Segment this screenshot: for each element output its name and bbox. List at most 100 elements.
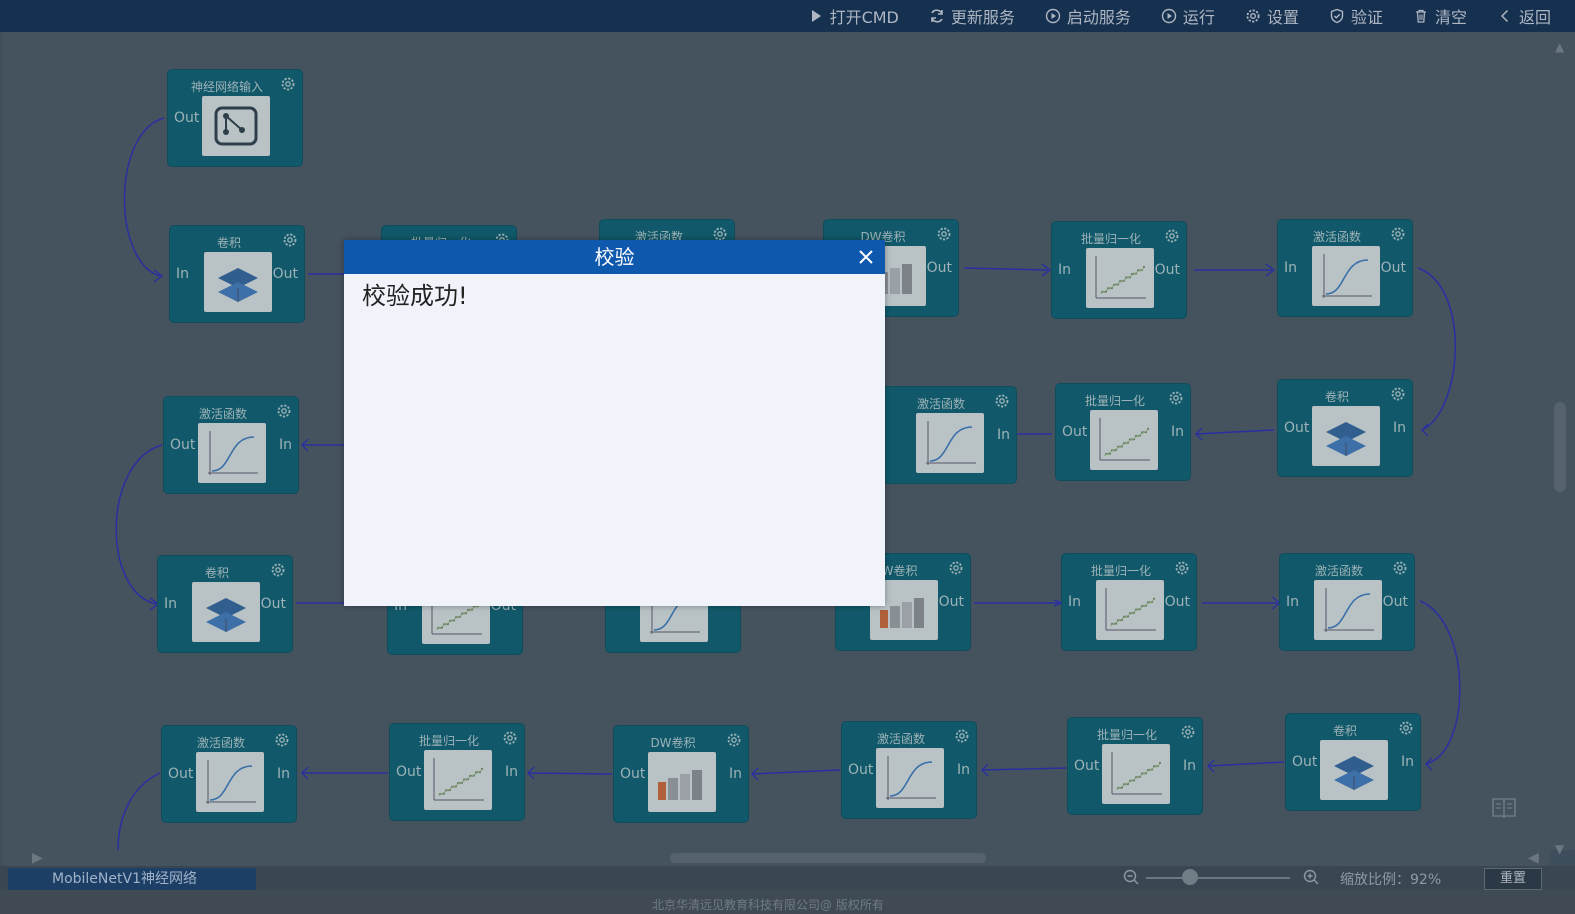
node-port[interactable]: In (997, 427, 1010, 443)
gear-icon[interactable] (1168, 390, 1184, 406)
graph-node[interactable]: 神经网络输入 Out (168, 70, 302, 166)
graph-node[interactable]: 激活函数 Out In (164, 397, 298, 493)
gear-icon[interactable] (1390, 386, 1406, 402)
vertical-scroll-thumb[interactable] (1554, 402, 1566, 492)
node-port[interactable]: Out (1381, 260, 1406, 276)
gear-icon[interactable] (948, 560, 964, 576)
node-port[interactable]: Out (1074, 758, 1099, 774)
node-port[interactable]: In (279, 437, 292, 453)
node-port[interactable]: In (1393, 420, 1406, 436)
book-icon[interactable] (1490, 794, 1518, 822)
node-port[interactable]: Out (170, 437, 195, 453)
open-cmd-button[interactable]: 打开CMD (808, 4, 899, 28)
node-port[interactable]: Out (168, 766, 193, 782)
scroll-right-icon[interactable]: ◀ (1528, 850, 1539, 866)
update-service-label: 更新服务 (950, 8, 1015, 27)
horizontal-scrollbar[interactable]: ▶ ◀ (2, 850, 1550, 866)
gear-icon[interactable] (280, 76, 296, 92)
graph-node[interactable]: 批量归一化 Out In (390, 724, 524, 820)
network-name-tab[interactable]: MobileNetV1神经网络 (8, 868, 256, 890)
graph-node[interactable]: 激活函数 Out In (162, 726, 296, 822)
horizontal-scroll-thumb[interactable] (670, 853, 986, 863)
node-port[interactable]: In (1068, 594, 1081, 610)
scroll-up-icon[interactable]: ▲ (1555, 40, 1564, 54)
node-port[interactable]: In (176, 266, 189, 282)
node-port[interactable]: Out (848, 762, 873, 778)
gear-icon[interactable] (502, 730, 518, 746)
gear-icon[interactable] (1398, 720, 1414, 736)
scroll-down-icon[interactable]: ▼ (1555, 842, 1564, 856)
graph-node[interactable]: 激活函数 In Out (1280, 554, 1414, 650)
verify-button[interactable]: 验证 (1329, 4, 1383, 28)
graph-node[interactable]: 批量归一化 Out In (1056, 384, 1190, 480)
graph-node[interactable]: DW卷积 Out In (614, 726, 748, 822)
vertical-scrollbar[interactable]: ▲ ▼ (1550, 32, 1575, 856)
node-port[interactable]: In (957, 762, 970, 778)
gear-icon[interactable] (954, 728, 970, 744)
node-port[interactable]: In (1401, 754, 1414, 770)
zoom-slider[interactable] (1146, 877, 1290, 879)
node-port[interactable]: Out (396, 764, 421, 780)
node-port[interactable]: In (164, 596, 177, 612)
back-button[interactable]: 返回 (1497, 4, 1551, 28)
settings-button[interactable]: 设置 (1245, 4, 1299, 28)
gear-icon[interactable] (1174, 560, 1190, 576)
close-icon[interactable] (857, 248, 875, 266)
node-port[interactable]: Out (261, 596, 286, 612)
clear-button[interactable]: 清空 (1413, 4, 1467, 28)
zoom-in-icon[interactable] (1302, 868, 1320, 886)
node-port[interactable]: Out (174, 110, 199, 126)
node-port[interactable]: Out (1292, 754, 1317, 770)
node-port[interactable]: In (1058, 262, 1071, 278)
graph-node[interactable]: 批量归一化 In Out (1052, 222, 1186, 318)
node-port[interactable]: In (1286, 594, 1299, 610)
gear-icon[interactable] (270, 562, 286, 578)
graph-node[interactable]: 批量归一化 In Out (1062, 554, 1196, 650)
reset-button[interactable]: 重置 (1484, 868, 1542, 890)
graph-node[interactable]: 卷积 In Out (158, 556, 292, 652)
gear-icon (1246, 9, 1260, 23)
zoom-slider-handle[interactable] (1182, 869, 1198, 885)
node-port[interactable]: Out (939, 594, 964, 610)
node-port[interactable]: Out (1062, 424, 1087, 440)
gear-icon[interactable] (1390, 226, 1406, 242)
update-service-button[interactable]: 更新服务 (929, 4, 1015, 28)
graph-node[interactable]: 激活函数 Out In (842, 722, 976, 818)
gear-icon[interactable] (726, 732, 742, 748)
node-port[interactable]: Out (1383, 594, 1408, 610)
gear-icon[interactable] (1180, 724, 1196, 740)
start-service-button[interactable]: 启动服务 (1045, 4, 1131, 28)
node-port[interactable]: In (277, 766, 290, 782)
node-port[interactable]: In (1284, 260, 1297, 276)
node-port[interactable]: Out (1165, 594, 1190, 610)
graph-node[interactable]: 批量归一化 Out In (1068, 718, 1202, 814)
trash-icon (1415, 9, 1426, 23)
status-bar: MobileNetV1神经网络 缩放比例：92% 重置 (0, 866, 1575, 890)
act-thumbnail (1314, 580, 1382, 640)
node-port[interactable]: Out (273, 266, 298, 282)
graph-node[interactable]: 卷积 Out In (1278, 380, 1412, 476)
node-port[interactable]: Out (927, 260, 952, 276)
node-port[interactable]: In (505, 764, 518, 780)
gear-icon[interactable] (1392, 560, 1408, 576)
gear-icon[interactable] (276, 403, 292, 419)
node-port[interactable]: In (1171, 424, 1184, 440)
node-port[interactable]: In (729, 766, 742, 782)
gear-icon[interactable] (994, 393, 1010, 409)
node-port[interactable]: Out (620, 766, 645, 782)
node-port[interactable]: Out (1284, 420, 1309, 436)
node-title: 卷积 (204, 566, 229, 580)
node-port[interactable]: Out (1155, 262, 1180, 278)
graph-node[interactable]: 卷积 Out In (1286, 714, 1420, 810)
gear-icon[interactable] (1164, 228, 1180, 244)
zoom-out-icon[interactable] (1122, 868, 1140, 886)
graph-node[interactable]: 激活函数 In (882, 387, 1016, 483)
gear-icon[interactable] (936, 226, 952, 242)
scroll-left-icon[interactable]: ▶ (32, 850, 43, 866)
graph-node[interactable]: 激活函数 In Out (1278, 220, 1412, 316)
run-button[interactable]: 运行 (1161, 4, 1215, 28)
gear-icon[interactable] (282, 232, 298, 248)
graph-node[interactable]: 卷积 In Out (170, 226, 304, 322)
gear-icon[interactable] (274, 732, 290, 748)
node-port[interactable]: In (1183, 758, 1196, 774)
